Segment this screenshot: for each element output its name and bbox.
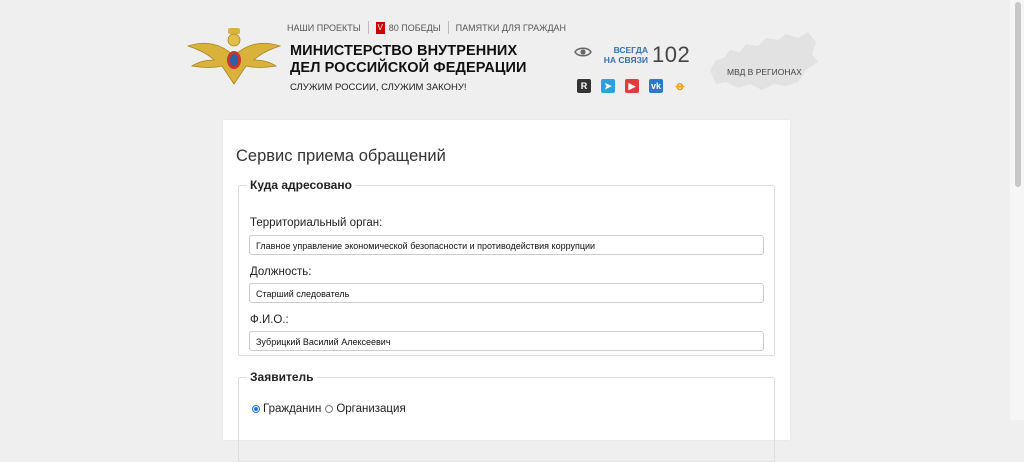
victory-icon: V	[375, 21, 385, 34]
scrollbar[interactable]	[1010, 0, 1024, 420]
always-in-touch: ВСЕГДА НА СВЯЗИ	[603, 45, 648, 65]
addressee-fieldset: Куда адресовано Территориальный орган: Г…	[238, 178, 775, 356]
nav-our-projects[interactable]: НАШИ ПРОЕКТЫ	[287, 23, 361, 33]
russia-map-icon[interactable]	[706, 26, 821, 98]
name-field[interactable]: Зубрицкий Василий Алексеевич	[249, 331, 764, 351]
position-field[interactable]: Старший следователь	[249, 283, 764, 303]
hotline-number[interactable]: 102	[652, 42, 690, 68]
org-label: Территориальный орган:	[250, 217, 383, 229]
citizen-radio[interactable]	[252, 405, 260, 413]
nav-victory[interactable]: 80 ПОБЕДЫ	[389, 23, 441, 33]
applicant-fieldset: Заявитель Гражданин Организация	[238, 370, 775, 462]
vk-icon[interactable]: vk	[649, 79, 663, 93]
ok-icon[interactable]: ꝋ	[673, 79, 687, 93]
organization-radio[interactable]	[325, 405, 334, 413]
name-label: Ф.И.О.:	[250, 314, 289, 326]
youtube-icon[interactable]: ▶	[625, 79, 639, 93]
always-line-2: НА СВЯЗИ	[603, 55, 648, 65]
nav-divider	[447, 21, 449, 34]
top-nav: НАШИ ПРОЕКТЫ V 80 ПОБЕДЫ ПАМЯТКИ ДЛЯ ГРА…	[287, 21, 566, 34]
eye-icon[interactable]	[574, 45, 592, 59]
org-field[interactable]: Главное управление экономической безопас…	[249, 235, 764, 255]
regions-link[interactable]: МВД В РЕГИОНАХ	[727, 67, 802, 77]
organization-label[interactable]: Организация	[336, 403, 405, 415]
page-title: Сервис приема обращений	[236, 147, 446, 165]
rutube-icon[interactable]: R	[577, 79, 591, 93]
applicant-type-radios: Гражданин Организация	[252, 403, 406, 415]
nav-divider	[367, 21, 369, 34]
applicant-legend: Заявитель	[250, 370, 314, 384]
motto: СЛУЖИМ РОССИИ, СЛУЖИМ ЗАКОНУ!	[290, 82, 467, 93]
addressee-legend: Куда адресовано	[250, 178, 352, 192]
emblem-logo[interactable]	[186, 26, 282, 88]
telegram-icon[interactable]: ➤	[601, 79, 615, 93]
always-line-1: ВСЕГДА	[613, 45, 648, 55]
scrollbar-thumb[interactable]	[1015, 2, 1021, 187]
form-card: Сервис приема обращений Куда адресовано …	[223, 120, 790, 462]
position-label: Должность:	[250, 266, 312, 278]
citizen-label[interactable]: Гражданин	[263, 403, 321, 415]
nav-reminders[interactable]: ПАМЯТКИ ДЛЯ ГРАЖДАН	[456, 23, 566, 33]
org-title[interactable]: МИНИСТЕРСТВО ВНУТРЕННИХ ДЕЛ РОССИЙСКОЙ Ф…	[290, 43, 550, 77]
social-links: R ➤ ▶ vk ꝋ	[577, 79, 697, 93]
